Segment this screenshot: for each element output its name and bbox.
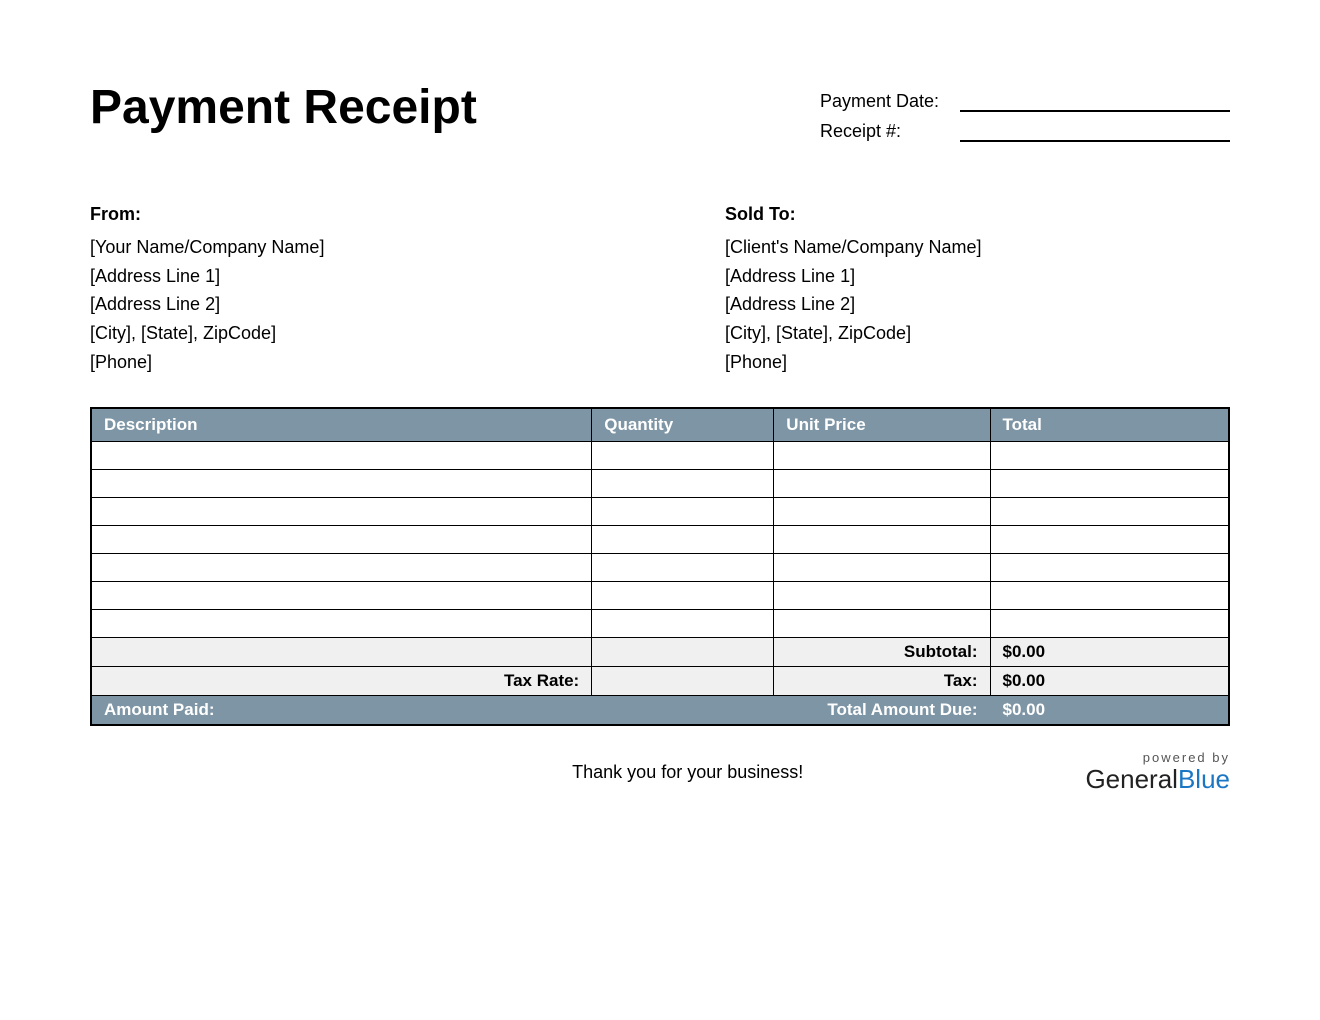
header: Payment Receipt Payment Date: Receipt #: xyxy=(90,80,1230,150)
header-quantity: Quantity xyxy=(592,408,774,442)
receipt-number-field[interactable] xyxy=(960,120,1230,142)
header-total: Total xyxy=(990,408,1229,442)
powered-by-label: powered by xyxy=(1085,751,1230,765)
brand-blue: Blue xyxy=(1178,764,1230,794)
cell-description[interactable] xyxy=(91,441,592,469)
from-line: [Address Line 1] xyxy=(90,262,725,291)
amount-paid-label: Amount Paid: xyxy=(91,695,592,725)
cell-unit-price[interactable] xyxy=(774,581,990,609)
subtotal-label: Subtotal: xyxy=(774,637,990,666)
brand-logo: GeneralBlue xyxy=(1085,765,1230,794)
cell-description[interactable] xyxy=(91,469,592,497)
subtotal-value: $0.00 xyxy=(990,637,1229,666)
total-due-label: Total Amount Due: xyxy=(774,695,990,725)
blank-cell xyxy=(592,637,774,666)
sold-to-heading: Sold To: xyxy=(725,200,1230,229)
cell-quantity[interactable] xyxy=(592,525,774,553)
sold-to-line: [Client's Name/Company Name] xyxy=(725,233,1230,262)
table-body: Subtotal: $0.00 Tax Rate: Tax: $0.00 Amo… xyxy=(91,441,1229,725)
cell-unit-price[interactable] xyxy=(774,441,990,469)
cell-total[interactable] xyxy=(990,441,1229,469)
sold-to-line: [Address Line 2] xyxy=(725,290,1230,319)
cell-description[interactable] xyxy=(91,609,592,637)
tax-value: $0.00 xyxy=(990,666,1229,695)
receipt-number-row: Receipt #: xyxy=(820,120,1230,142)
cell-unit-price[interactable] xyxy=(774,469,990,497)
payment-date-field[interactable] xyxy=(960,90,1230,112)
cell-total[interactable] xyxy=(990,609,1229,637)
header-description: Description xyxy=(91,408,592,442)
table-row xyxy=(91,553,1229,581)
sold-to-line: [Phone] xyxy=(725,348,1230,377)
cell-total[interactable] xyxy=(990,581,1229,609)
cell-quantity[interactable] xyxy=(592,469,774,497)
sold-to-line: [City], [State], ZipCode] xyxy=(725,319,1230,348)
table-row xyxy=(91,497,1229,525)
receipt-meta: Payment Date: Receipt #: xyxy=(820,90,1230,150)
from-line: [Phone] xyxy=(90,348,725,377)
cell-quantity[interactable] xyxy=(592,581,774,609)
blank-cell xyxy=(91,637,592,666)
table-row xyxy=(91,469,1229,497)
brand-general: General xyxy=(1085,764,1178,794)
cell-description[interactable] xyxy=(91,497,592,525)
payment-date-row: Payment Date: xyxy=(820,90,1230,112)
tax-label: Tax: xyxy=(774,666,990,695)
cell-unit-price[interactable] xyxy=(774,525,990,553)
total-due-value: $0.00 xyxy=(990,695,1229,725)
payment-date-label: Payment Date: xyxy=(820,91,960,112)
address-section: From: [Your Name/Company Name] [Address … xyxy=(90,200,1230,377)
cell-unit-price[interactable] xyxy=(774,553,990,581)
cell-quantity[interactable] xyxy=(592,497,774,525)
tax-rate-value[interactable] xyxy=(592,666,774,695)
cell-unit-price[interactable] xyxy=(774,609,990,637)
from-line: [Address Line 2] xyxy=(90,290,725,319)
thank-you-text: Thank you for your business! xyxy=(290,762,1085,783)
table-row xyxy=(91,609,1229,637)
table-row xyxy=(91,441,1229,469)
receipt-number-label: Receipt #: xyxy=(820,121,960,142)
tax-rate-label: Tax Rate: xyxy=(91,666,592,695)
tax-row: Tax Rate: Tax: $0.00 xyxy=(91,666,1229,695)
header-unit-price: Unit Price xyxy=(774,408,990,442)
from-heading: From: xyxy=(90,200,725,229)
cell-description[interactable] xyxy=(91,553,592,581)
from-line: [Your Name/Company Name] xyxy=(90,233,725,262)
cell-quantity[interactable] xyxy=(592,609,774,637)
cell-total[interactable] xyxy=(990,553,1229,581)
cell-total[interactable] xyxy=(990,469,1229,497)
from-address: From: [Your Name/Company Name] [Address … xyxy=(90,200,725,377)
cell-quantity[interactable] xyxy=(592,553,774,581)
sold-to-line: [Address Line 1] xyxy=(725,262,1230,291)
cell-quantity[interactable] xyxy=(592,441,774,469)
page-title: Payment Receipt xyxy=(90,80,477,135)
cell-unit-price[interactable] xyxy=(774,497,990,525)
from-line: [City], [State], ZipCode] xyxy=(90,319,725,348)
items-table: Description Quantity Unit Price Total Su… xyxy=(90,407,1230,726)
table-row xyxy=(91,581,1229,609)
cell-description[interactable] xyxy=(91,581,592,609)
cell-total[interactable] xyxy=(990,497,1229,525)
table-row xyxy=(91,525,1229,553)
amount-paid-value[interactable] xyxy=(592,695,774,725)
powered-by-badge: powered by GeneralBlue xyxy=(1085,751,1230,794)
table-header-row: Description Quantity Unit Price Total xyxy=(91,408,1229,442)
cell-description[interactable] xyxy=(91,525,592,553)
sold-to-address: Sold To: [Client's Name/Company Name] [A… xyxy=(725,200,1230,377)
total-due-row: Amount Paid: Total Amount Due: $0.00 xyxy=(91,695,1229,725)
subtotal-row: Subtotal: $0.00 xyxy=(91,637,1229,666)
cell-total[interactable] xyxy=(990,525,1229,553)
footer: Thank you for your business! powered by … xyxy=(90,751,1230,794)
